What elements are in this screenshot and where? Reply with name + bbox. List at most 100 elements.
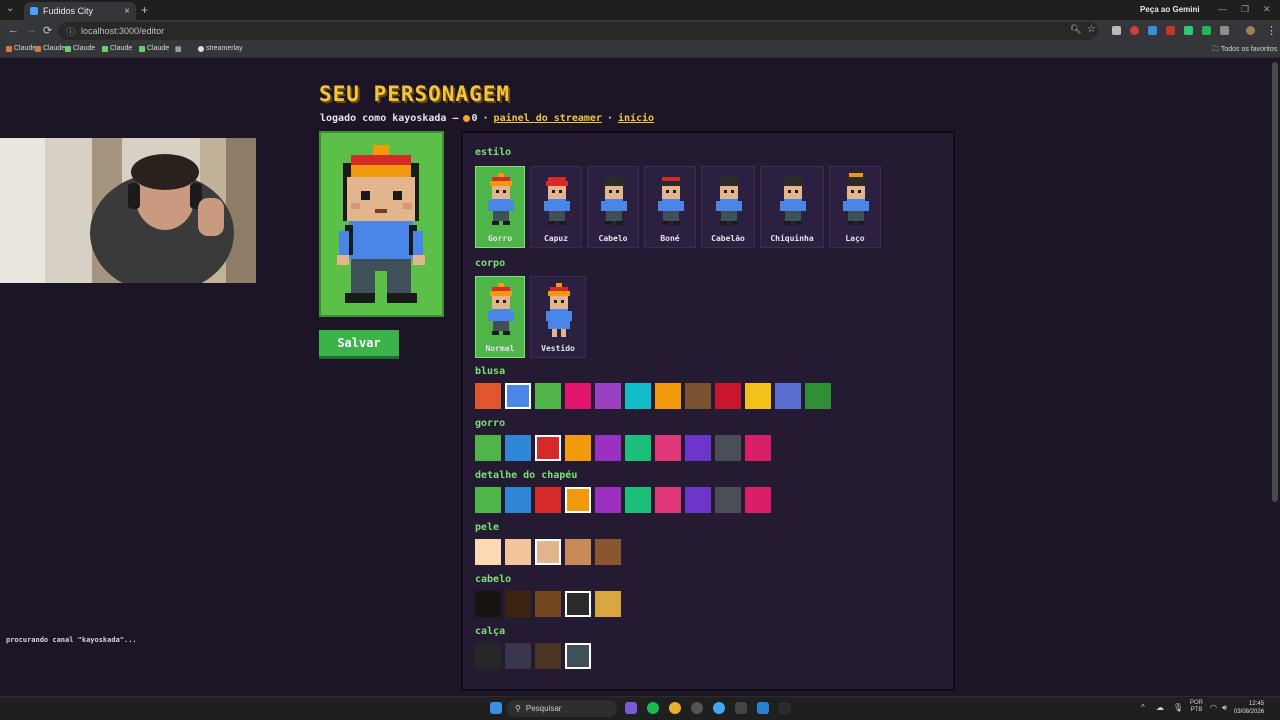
extensions-puzzle-icon[interactable] [1220,26,1229,35]
detalhe-color-swatch[interactable] [625,487,651,513]
detalhe-color-swatch[interactable] [655,487,681,513]
browser-tab[interactable]: Fudidos City × [24,2,136,20]
pele-color-swatch[interactable] [475,539,501,565]
address-bar[interactable]: ⓘ localhost:3000/editor [58,22,1098,40]
detalhe-color-swatch[interactable] [745,487,771,513]
spotify-icon[interactable] [647,702,659,714]
apps-grid-icon[interactable]: ▦ [175,45,182,53]
streamer-panel-link[interactable]: painel do streamer [494,113,602,124]
back-icon[interactable]: ← [8,24,19,36]
obs-icon[interactable] [691,702,703,714]
detalhe-color-swatch[interactable] [535,487,561,513]
detalhe-color-swatch[interactable] [685,487,711,513]
blusa-color-swatch[interactable] [805,383,831,409]
option-card-gorro[interactable]: Gorro [475,166,525,248]
blusa-color-swatch[interactable] [505,383,531,409]
option-card-chiquinha[interactable]: Chiquinha [760,166,824,248]
calca-color-swatch[interactable] [535,643,561,669]
blusa-color-swatch[interactable] [655,383,681,409]
gorro-color-swatch[interactable] [595,435,621,461]
gorro-color-swatch[interactable] [475,435,501,461]
profile-avatar[interactable] [1246,26,1255,35]
blusa-color-swatch[interactable] [595,383,621,409]
cabelo-color-swatch[interactable] [565,591,591,617]
pele-color-swatch[interactable] [505,539,531,565]
cabelo-color-swatch[interactable] [505,591,531,617]
site-info-icon[interactable]: ⓘ [66,25,75,38]
blusa-color-swatch[interactable] [715,383,741,409]
bookmark-item[interactable]: Claude [6,45,36,52]
home-link[interactable]: início [618,113,654,124]
extension-icon[interactable] [1166,26,1175,35]
tray-chevron-icon[interactable]: ^ [1141,703,1145,712]
extension-icon[interactable] [1202,26,1211,35]
blusa-color-swatch[interactable] [535,383,561,409]
detalhe-color-swatch[interactable] [595,487,621,513]
zoom-icon[interactable]: 🔍︎ [1070,24,1081,35]
new-tab-button[interactable]: + [141,3,148,17]
option-card-cabelo[interactable]: Cabelo [587,166,639,248]
save-button[interactable]: Salvar [319,330,399,356]
gorro-color-swatch[interactable] [655,435,681,461]
forward-icon[interactable]: → [26,24,37,36]
cloud-icon[interactable]: ☁ [1156,703,1164,712]
pele-color-swatch[interactable] [565,539,591,565]
cabelo-color-swatch[interactable] [475,591,501,617]
bookmark-item[interactable]: Claude [102,45,132,52]
tab-close-icon[interactable]: × [124,6,130,17]
extension-icon[interactable] [1130,26,1139,35]
restore-icon[interactable]: ❐ [1241,4,1249,15]
pele-color-swatch[interactable] [595,539,621,565]
detalhe-color-swatch[interactable] [715,487,741,513]
option-card-vestido[interactable]: Vestido [530,276,586,358]
bookmark-item[interactable]: Claude [139,45,169,52]
tab-search-icon[interactable]: ⌄ [6,3,14,14]
teams-icon[interactable] [625,702,637,714]
gorro-color-swatch[interactable] [625,435,651,461]
cabelo-color-swatch[interactable] [595,591,621,617]
detalhe-color-swatch[interactable] [475,487,501,513]
blusa-color-swatch[interactable] [745,383,771,409]
reload-icon[interactable]: ⟳ [43,24,52,37]
minimize-icon[interactable]: — [1218,4,1227,14]
option-card-laço[interactable]: Laço [829,166,881,248]
extension-icon[interactable] [1148,26,1157,35]
close-window-icon[interactable]: ✕ [1263,4,1271,15]
page-scrollbar[interactable] [1272,62,1278,502]
gemini-button[interactable]: Peça ao Gemini [1140,5,1200,14]
clock[interactable]: 12:45 03/08/2026 [1234,700,1264,716]
bookmark-item[interactable]: Claude [65,45,95,52]
volume-icon[interactable]: 🔊︎ [1222,703,1227,713]
blusa-color-swatch[interactable] [565,383,591,409]
blusa-color-swatch[interactable] [775,383,801,409]
gorro-color-swatch[interactable] [535,435,561,461]
windows-start-icon[interactable] [490,702,502,714]
detalhe-color-swatch[interactable] [505,487,531,513]
detalhe-color-swatch[interactable] [565,487,591,513]
extension-icon[interactable] [1184,26,1193,35]
app-icon[interactable] [779,702,791,714]
blusa-color-swatch[interactable] [625,383,651,409]
option-card-capuz[interactable]: Capuz [530,166,582,248]
option-card-cabelão[interactable]: Cabelão [701,166,755,248]
language-indicator[interactable]: POR PTB [1190,700,1203,714]
bookmark-star-icon[interactable]: ☆ [1087,24,1096,35]
app-icon[interactable] [735,702,747,714]
bookmark-item[interactable]: streamerlay [198,45,243,52]
taskbar-search[interactable]: ⚲ Pesquisar [507,700,617,717]
gorro-color-swatch[interactable] [505,435,531,461]
gorro-color-swatch[interactable] [685,435,711,461]
chrome-icon[interactable] [669,702,681,714]
blusa-color-swatch[interactable] [475,383,501,409]
blusa-color-swatch[interactable] [685,383,711,409]
menu-icon[interactable]: ⋮ [1266,24,1277,37]
option-card-normal[interactable]: Normal [475,276,525,358]
app-icon[interactable] [713,702,725,714]
calca-color-swatch[interactable] [565,643,591,669]
bookmark-item[interactable]: Claude [35,45,65,52]
wifi-icon[interactable]: ◠ [1210,703,1217,712]
option-card-boné[interactable]: Boné [644,166,696,248]
all-bookmarks[interactable]: 🗀︎ Todos os favoritos [1212,45,1277,56]
pele-color-swatch[interactable] [535,539,561,565]
extension-icon[interactable] [1112,26,1121,35]
